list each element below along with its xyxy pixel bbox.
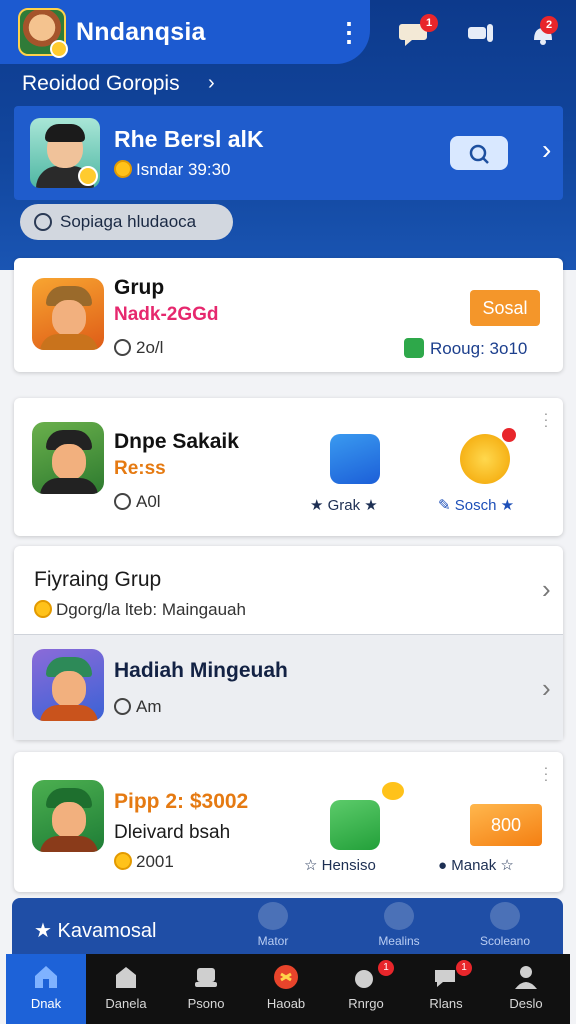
game-thumbnail (32, 278, 104, 350)
tile-label: ☆ Hensiso (304, 857, 376, 874)
tab-messages[interactable]: 1 Rlans (406, 954, 486, 1024)
group-card[interactable]: Grup Nadk-2GGd 2o/l Sosal Rooug: 3o10 (14, 258, 563, 372)
announcement-icon[interactable] (464, 18, 498, 48)
app-title: Nndanqsia (76, 18, 206, 46)
card-time: A0l (114, 492, 161, 512)
tab-account[interactable]: Deslo (486, 954, 566, 1024)
profile-name: Rhe Bersl alK (114, 126, 264, 152)
tab-home[interactable]: Dnak (6, 954, 86, 1024)
chevron-right-icon[interactable]: › (542, 134, 551, 166)
promo-strip[interactable]: ★ Kavamosal Mator Mealins Scoleano (12, 898, 563, 958)
card-title: Grup (114, 276, 165, 299)
notifications-badge: 2 (540, 16, 558, 34)
search-icon (469, 144, 489, 164)
card-time: 2001 (114, 852, 174, 872)
more-menu-icon[interactable]: · · · (543, 406, 549, 432)
shop-icon (111, 962, 141, 992)
card-title: Dnpe Sakaik (114, 430, 239, 453)
card-subtitle: Re:ss (114, 458, 166, 479)
list-card: Fiyraing Grup Dgorg/la lteb: Maingauah ›… (14, 546, 563, 740)
game-thumbnail (32, 649, 104, 721)
promo-tab[interactable]: Mealins (364, 902, 434, 948)
promo-label: ★ Kavamosal (34, 920, 157, 942)
promo-tab[interactable]: Scoleano (470, 902, 540, 948)
app-avatar[interactable] (18, 8, 68, 58)
tab-store[interactable]: Danela (86, 954, 166, 1024)
clock-icon (114, 698, 131, 715)
list-item[interactable]: Fiyraing Grup Dgorg/la lteb: Maingauah › (14, 546, 563, 634)
profile-subtitle: Isndar 39:30 (114, 160, 231, 180)
chat-badge: 1 (420, 14, 438, 32)
list-item-subtitle: Dgorg/la lteb: Maingauah (34, 600, 246, 620)
card-title: Pipp 2: $3002 (114, 790, 249, 813)
game-thumbnail (32, 780, 104, 852)
tile-label: ✎ Sosch ★ (438, 497, 515, 514)
list-tile-icon[interactable] (330, 800, 380, 850)
coin-icon (114, 852, 132, 870)
recommended-groups-link[interactable]: Reoidod Goropis (22, 72, 180, 96)
verified-badge-icon (78, 166, 98, 186)
card-icon (191, 962, 221, 992)
list-item-time: Am (114, 697, 162, 717)
home-icon (31, 962, 61, 992)
profile-avatar (30, 118, 100, 188)
value-badge[interactable]: 800 (470, 804, 542, 846)
filter-chip[interactable]: Sopiaga hludaoca (20, 204, 233, 240)
join-button[interactable]: Sosal (470, 290, 540, 326)
top-app-bar: Nndanqsia ⋮ (0, 0, 370, 64)
tile-label: ★ Grak ★ (310, 497, 378, 514)
card-subtitle: Nadk-2GGd (114, 304, 219, 325)
clock-icon (114, 493, 131, 510)
tab-games[interactable]: Haoab (246, 954, 326, 1024)
coin-icon (382, 782, 404, 800)
coin-icon (114, 160, 132, 178)
coin-icon[interactable] (460, 434, 510, 484)
tag-icon (404, 338, 424, 358)
card-status: Rooug: 3o10 (404, 338, 527, 359)
more-menu-icon[interactable]: ⋮ (336, 18, 362, 48)
list-item-title: Fiyraing Grup (34, 568, 162, 591)
tile-badge (502, 428, 516, 442)
promo-tab-icon (490, 902, 520, 930)
card-subtitle: Dleivard bsah (114, 822, 231, 843)
game-icon (271, 962, 301, 992)
more-menu-icon[interactable]: · · · (543, 760, 549, 786)
profile-card[interactable]: Rhe Bersl alK Isndar 39:30 › (14, 106, 563, 200)
coin-icon (34, 600, 52, 618)
tab-badge: 1 (378, 960, 394, 976)
link-icon[interactable] (330, 434, 380, 484)
user-icon (511, 962, 541, 992)
bottom-tab-bar: Dnak Danela Psono Haoab 1 Rnrgo 1 Rlans … (6, 954, 570, 1024)
chevron-right-icon[interactable]: › (208, 72, 215, 95)
chevron-right-icon[interactable]: › (542, 574, 551, 605)
promo-tab[interactable]: Mator (238, 902, 308, 948)
tab-rewards[interactable]: 1 Rnrgo (326, 954, 406, 1024)
verified-badge-icon (50, 40, 68, 58)
tab-profile[interactable]: Psono (166, 954, 246, 1024)
chevron-right-icon[interactable]: › (542, 673, 551, 704)
game-thumbnail (32, 422, 104, 494)
gift-icon (351, 962, 381, 992)
promo-tab-icon (384, 902, 414, 930)
clock-icon (114, 339, 131, 356)
card-time: 2o/l (114, 338, 163, 358)
group-card[interactable]: · · · Pipp 2: $3002 Dleivard bsah 2001 ☆ H… (14, 752, 563, 892)
tile-label: ● Manak ☆ (438, 857, 514, 874)
search-button[interactable] (450, 136, 508, 170)
list-item-title: Hadiah Mingeuah (114, 659, 288, 682)
list-item[interactable]: Hadiah Mingeuah Am › (14, 634, 563, 740)
group-card[interactable]: · · · Dnpe Sakaik Re:ss A0l ★ Grak ★ ✎ Sos… (14, 398, 563, 536)
promo-tab-icon (258, 902, 288, 930)
check-circle-icon (34, 213, 52, 231)
tab-badge: 1 (456, 960, 472, 976)
